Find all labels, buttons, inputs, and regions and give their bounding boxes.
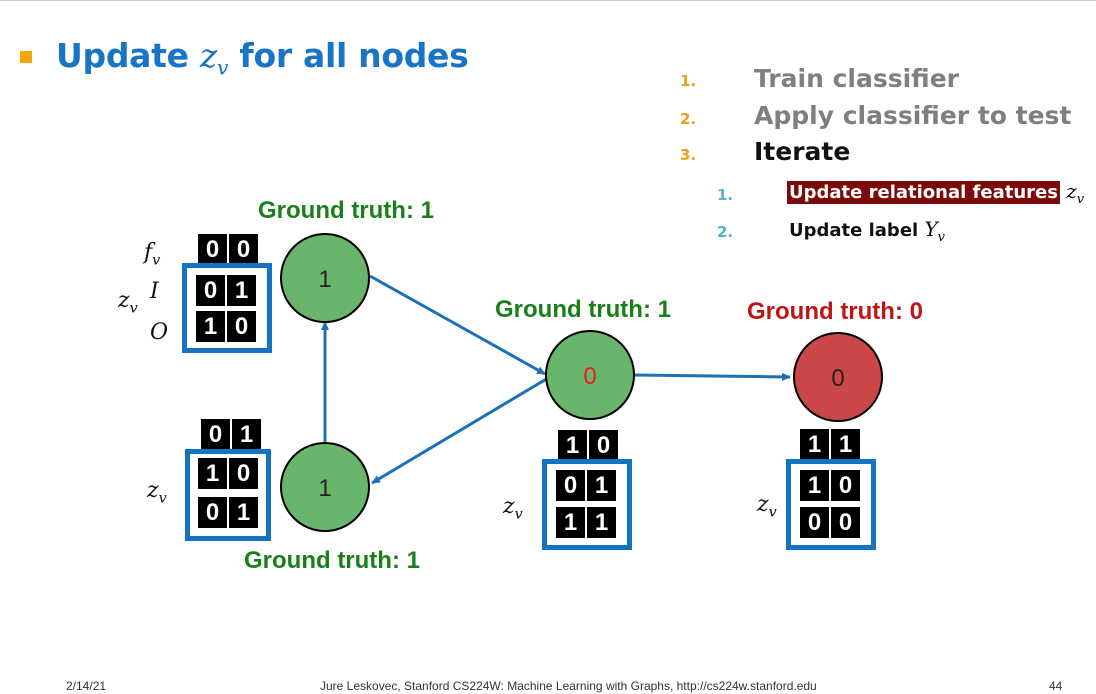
z-v-label: zv <box>118 288 138 317</box>
matrix-cell: 0 <box>197 233 228 266</box>
node-label-right: 0 <box>831 365 844 392</box>
matrix-cell: 0 <box>228 457 259 490</box>
matrix-cell: 0 <box>588 429 619 462</box>
edge-middle-to-right <box>633 372 791 381</box>
node-label-bottom-left: 1 <box>318 475 331 502</box>
node-label-middle: 0 <box>583 363 596 390</box>
matrix-cell: 1 <box>799 469 830 502</box>
matrix-cell: 1 <box>557 429 588 462</box>
footer-page-number: 44 <box>1049 679 1063 693</box>
z-v-label: zv <box>147 478 167 507</box>
matrix-cell: 1 <box>228 496 259 529</box>
matrix-cell: 1 <box>586 506 617 539</box>
matrix-cell: 1 <box>226 274 257 307</box>
z-v-label: zv <box>503 494 523 523</box>
matrix-cell: 0 <box>226 310 257 343</box>
edge-middle-to-bottom <box>371 376 549 485</box>
footer-course: Jure Leskovec, Stanford CS224W: Machine … <box>320 679 817 693</box>
z-v-label: zv <box>757 492 777 521</box>
node-label-top-left: 1 <box>318 266 331 293</box>
matrix-cell: 0 <box>830 506 861 539</box>
matrix-cell: 1 <box>231 418 262 451</box>
o-label: O <box>150 320 169 345</box>
matrix-cell: 0 <box>200 418 231 451</box>
f-v-label: fv <box>144 240 161 269</box>
matrix-cell: 0 <box>555 469 586 502</box>
footer-date: 2/14/21 <box>66 679 107 693</box>
matrix-cell: 1 <box>799 428 830 461</box>
graph-diagram: 1 1 0 0 <box>280 233 883 532</box>
matrix-cell: 1 <box>197 457 228 490</box>
matrix-cell: 0 <box>195 274 226 307</box>
matrix-cell: 1 <box>195 310 226 343</box>
matrix-cell: 0 <box>228 233 259 266</box>
matrix-cell: 1 <box>586 469 617 502</box>
matrix-cell: 0 <box>799 506 830 539</box>
matrix-cell: 0 <box>197 496 228 529</box>
matrix-cell: 1 <box>555 506 586 539</box>
edge-top-to-middle <box>369 274 546 376</box>
i-label: I <box>150 279 159 304</box>
matrix-cell: 0 <box>830 469 861 502</box>
matrix-cell: 1 <box>830 428 861 461</box>
